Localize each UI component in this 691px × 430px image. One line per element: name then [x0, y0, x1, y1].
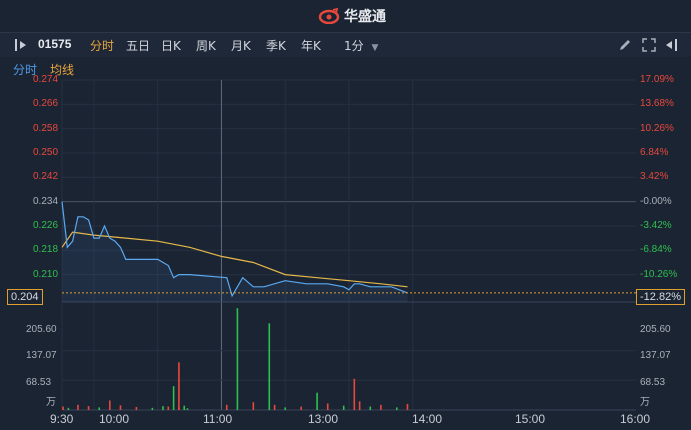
volume-bar [284, 407, 287, 410]
volume-bar [186, 408, 189, 410]
change-tick-label: -10.26% [640, 268, 678, 280]
price-tick-label: 0.234 [33, 195, 59, 207]
change-tick-label: 10.26% [640, 122, 674, 134]
volume-bar [167, 406, 170, 410]
volume-bar [225, 404, 228, 410]
x-tick-label: 15:00 [515, 412, 546, 426]
volume-bar [119, 405, 122, 410]
price-tick-label: 0.226 [33, 219, 59, 231]
change-tick-label: -6.84% [640, 244, 672, 256]
price-tick-label: 0.258 [33, 122, 59, 134]
change-tick-label: -0.00% [640, 195, 672, 207]
x-tick-label: 13:00 [308, 412, 339, 426]
volume-bar [172, 386, 175, 410]
price-tick-label: 0.210 [33, 268, 59, 280]
price-tick-label: 0.250 [33, 146, 59, 158]
volume-bar [162, 406, 164, 410]
volume-bar [236, 308, 239, 410]
volume-bar [300, 406, 302, 410]
volume-bar [77, 404, 79, 410]
volume-tick-label-right: 万 [640, 397, 650, 408]
price-tick-label: 0.266 [33, 98, 59, 110]
volume-tick-label: 137.07 [26, 350, 57, 361]
volume-bar [358, 401, 361, 410]
change-tick-label: 13.68% [640, 98, 674, 110]
volume-bar [62, 406, 64, 410]
price-tick-label: 0.218 [33, 244, 59, 256]
current-change-badge: -12.82% [636, 289, 685, 305]
x-tick-label: 10:00 [99, 412, 130, 426]
volume-bar [183, 405, 186, 410]
volume-bar [87, 406, 90, 410]
volume-bar [326, 403, 329, 410]
volume-bar [67, 407, 70, 410]
price-tick-label: 0.274 [33, 74, 59, 85]
volume-bar [396, 407, 398, 410]
volume-bar [369, 406, 372, 410]
volume-tick-label-right: 68.53 [640, 377, 666, 388]
volume-bar [98, 407, 101, 410]
volume-bar [268, 323, 271, 410]
volume-bar [406, 403, 409, 410]
volume-bar [316, 392, 318, 410]
volume-bar [252, 402, 255, 410]
volume-bar [273, 404, 276, 410]
x-tick-label: 14:00 [412, 412, 443, 426]
current-price-badge: 0.204 [7, 289, 43, 305]
x-tick-label: 9:30 [50, 412, 74, 426]
volume-tick-label-right: 137.07 [640, 350, 671, 361]
chart-grid [61, 79, 636, 411]
volume-tick-label: 205.60 [26, 324, 57, 335]
volume-bar [380, 404, 382, 410]
change-tick-label: 3.42% [640, 171, 669, 183]
volume-bar [151, 407, 154, 410]
volume-tick-label-right: 205.60 [640, 324, 671, 335]
volume-tick-label: 68.53 [26, 377, 52, 388]
volume-bar [353, 378, 356, 410]
price-tick-label: 0.242 [33, 171, 59, 183]
volume-bar [342, 405, 345, 410]
volume-bar [178, 362, 180, 410]
x-tick-label: 11:00 [203, 412, 233, 426]
x-tick-label: 16:00 [620, 412, 651, 426]
volume-bar [135, 406, 138, 410]
intraday-chart[interactable] [0, 0, 691, 430]
volume-bar [109, 400, 111, 410]
change-tick-label: -3.42% [640, 219, 672, 231]
change-tick-label: 17.09% [640, 74, 674, 85]
volume-tick-label: 万 [46, 397, 56, 408]
change-tick-label: 6.84% [640, 146, 669, 158]
